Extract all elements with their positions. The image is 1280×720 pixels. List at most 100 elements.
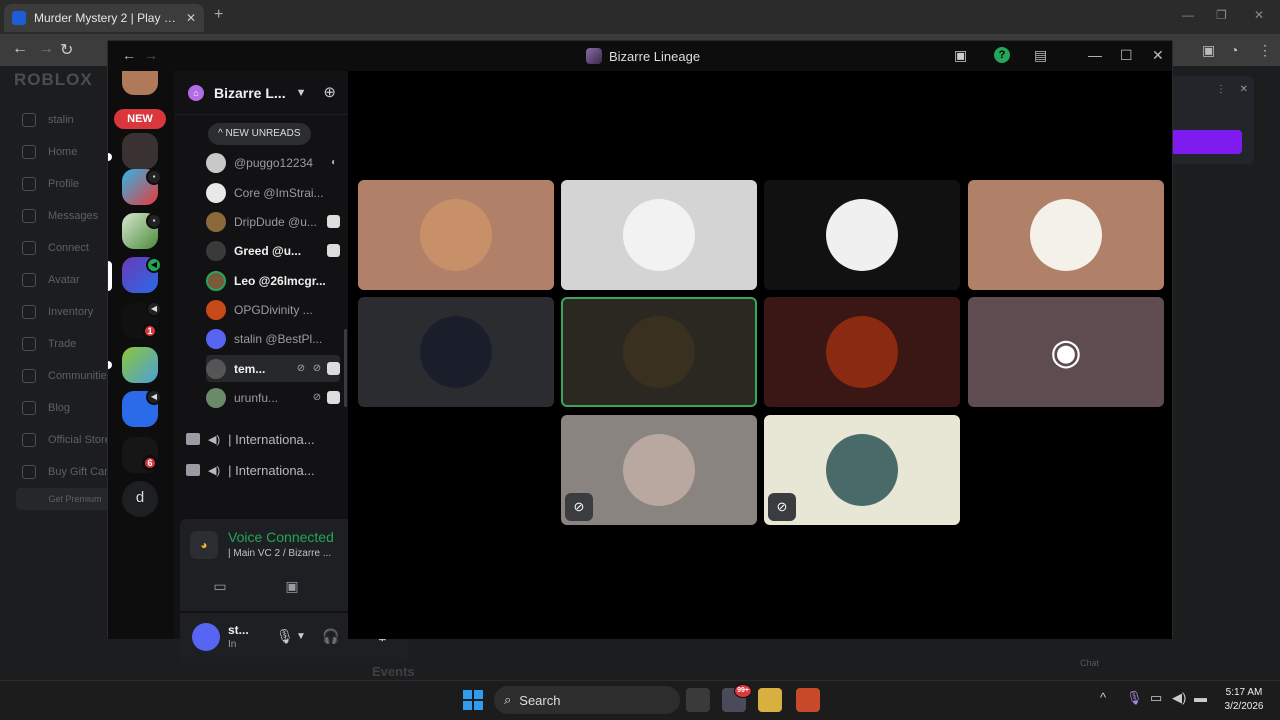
tray-overflow-icon[interactable]: ^ [1100,690,1106,705]
avatar [206,387,226,408]
participant-tile[interactable] [764,180,960,290]
server-icon[interactable] [122,71,158,95]
roblox-nav-item[interactable]: Inventory [22,296,120,328]
participant-tile[interactable]: ◉ [968,297,1164,407]
voice-member[interactable]: DripDude @u... [206,208,340,235]
camera-toggle-icon[interactable]: ▭ [190,573,250,599]
server-icon-d[interactable]: d [122,481,158,517]
roblox-logo[interactable]: ROBLOX [14,70,93,90]
avatar[interactable] [192,623,220,651]
participant-tile[interactable] [561,180,757,290]
roblox-nav-item[interactable]: Blog [22,392,120,424]
participant-tile[interactable] [358,180,554,290]
server-icon[interactable] [122,347,158,383]
task-view-icon[interactable] [686,688,710,712]
new-tab-button[interactable]: + [214,6,223,24]
voice-member[interactable]: @puggo12234 ◐ [206,149,340,176]
browser-profile-icon[interactable]: ◔ [1230,42,1238,58]
discord-back-icon[interactable]: ← [122,47,136,63]
chevron-down-icon[interactable]: ▼ [296,87,307,99]
roblox-nav-item[interactable]: Trade [22,328,120,360]
popup-close-icon[interactable]: ✕ [1240,84,1248,95]
taskbar-search[interactable]: ⌕ Search [494,686,680,714]
voice-member[interactable]: tem... ⊘ ⊘ [206,355,340,382]
roblox-nav-item[interactable]: Messages [22,200,120,232]
member-name: urunfu... [234,390,279,405]
voice-member[interactable]: Core @ImStrai... [206,179,340,206]
member-name: tem... [234,361,266,376]
popup-action-button[interactable] [1170,130,1242,154]
sidebar-toggle-icon[interactable]: ▣ [1202,42,1215,59]
forward-icon[interactable]: → [38,40,54,58]
chevron-down-icon[interactable]: ▼ [296,631,306,642]
discord-close-icon[interactable]: ✕ [1152,47,1164,64]
system-clock[interactable]: 5:17 AM 3/2/2026 [1220,686,1268,714]
roblox-nav-item[interactable]: Home [22,136,120,168]
roblox-nav-item[interactable]: Official Store [22,424,120,456]
avatar [206,299,226,320]
discord-maximize-icon[interactable]: ☐ [1120,47,1133,64]
invite-people-icon[interactable]: ⊕ [323,83,336,101]
roblox-nav-item[interactable]: Communities [22,360,120,392]
battery-icon[interactable]: ▬ [1194,690,1207,705]
member-name: DripDude @u... [234,214,317,229]
screen-share-icon[interactable]: ▣ [954,47,967,64]
voice-member[interactable]: OPGDivinity ... [206,296,340,323]
file-explorer-icon[interactable] [758,688,782,712]
roblox-nav-item[interactable]: Connect [22,232,120,264]
screen-share-button-icon[interactable]: ▣ [262,573,322,599]
avatar [206,182,226,203]
server-header[interactable]: ⌂ Bizarre L... ▼ ⊕ [174,71,348,115]
voice-member[interactable]: stalin @BestPl... [206,325,340,352]
help-icon[interactable]: ? [994,47,1010,63]
browser-taskbar-icon[interactable] [796,688,820,712]
roblox-nav-item[interactable]: Profile [22,168,120,200]
participant-tile[interactable] [764,297,960,407]
participant-tile-speaking[interactable] [561,297,757,407]
username[interactable]: st... [228,623,249,637]
voice-channel[interactable]: ◀) | Internationa... [186,425,346,453]
voice-status[interactable]: Voice Connected [228,529,334,545]
participant-tile[interactable]: ⊘ [561,415,757,525]
participant-tile[interactable] [968,180,1164,290]
signal-icon[interactable]: ◕ [190,531,218,559]
discord-forward-icon[interactable]: → [144,47,158,63]
roblox-nav-item[interactable]: Buy Gift Cards [22,456,120,488]
headphones-icon[interactable]: 🎧 [322,628,339,645]
participant-tile[interactable] [358,297,554,407]
discord-minimize-icon[interactable]: — [1088,47,1102,63]
participant-avatar [826,434,898,506]
roblox-nav-item[interactable]: Avatar [22,264,120,296]
inbox-icon[interactable]: ▤ [1034,47,1047,64]
popup-more-icon[interactable]: ⋮ [1216,84,1226,95]
profile-icon [22,177,36,191]
voice-channel-path[interactable]: | Main VC 2 / Bizarre ... [228,548,356,559]
browser-minimize-icon[interactable]: — [1182,8,1194,22]
back-icon[interactable]: ← [12,40,28,58]
browser-close-icon[interactable]: ✕ [1254,8,1264,22]
browser-maximize-icon[interactable]: ❐ [1216,8,1227,22]
server-icon[interactable] [122,133,158,169]
microphone-icon[interactable]: 🎙 [276,628,294,645]
participant-tile[interactable]: ⊘ [764,415,960,525]
windows-start-icon[interactable] [463,690,483,710]
new-unreads-button[interactable]: ^ NEW UNREADS [208,123,311,145]
speaker-icon: ◀ [146,389,162,405]
inventory-icon [22,305,36,319]
chat-button[interactable]: Chat [1080,658,1099,668]
voice-channel[interactable]: ◀) | Internationa... [186,456,346,484]
tab-close-icon[interactable]: ✕ [186,11,196,25]
mention-badge: 1 [142,323,158,339]
scrollbar-thumb[interactable] [344,329,347,407]
roblox-nav-item[interactable]: stalin [22,104,120,136]
voice-member[interactable]: urunfu... ⊘ [206,384,340,411]
participant-avatar [1030,199,1102,271]
network-icon[interactable]: ▭ [1150,690,1162,706]
browser-tab[interactable]: Murder Mystery 2 | Play on Roblox ✕ [4,4,204,32]
voice-member[interactable]: Leo @26lmcgr... [206,267,340,294]
mic-in-use-icon[interactable]: 🎙 [1126,690,1143,706]
browser-menu-icon[interactable]: ⋮ [1258,42,1272,59]
volume-icon[interactable]: ◀) [1172,690,1186,706]
voice-member[interactable]: Greed @u... [206,237,340,264]
reload-icon[interactable]: ↻ [60,40,73,60]
